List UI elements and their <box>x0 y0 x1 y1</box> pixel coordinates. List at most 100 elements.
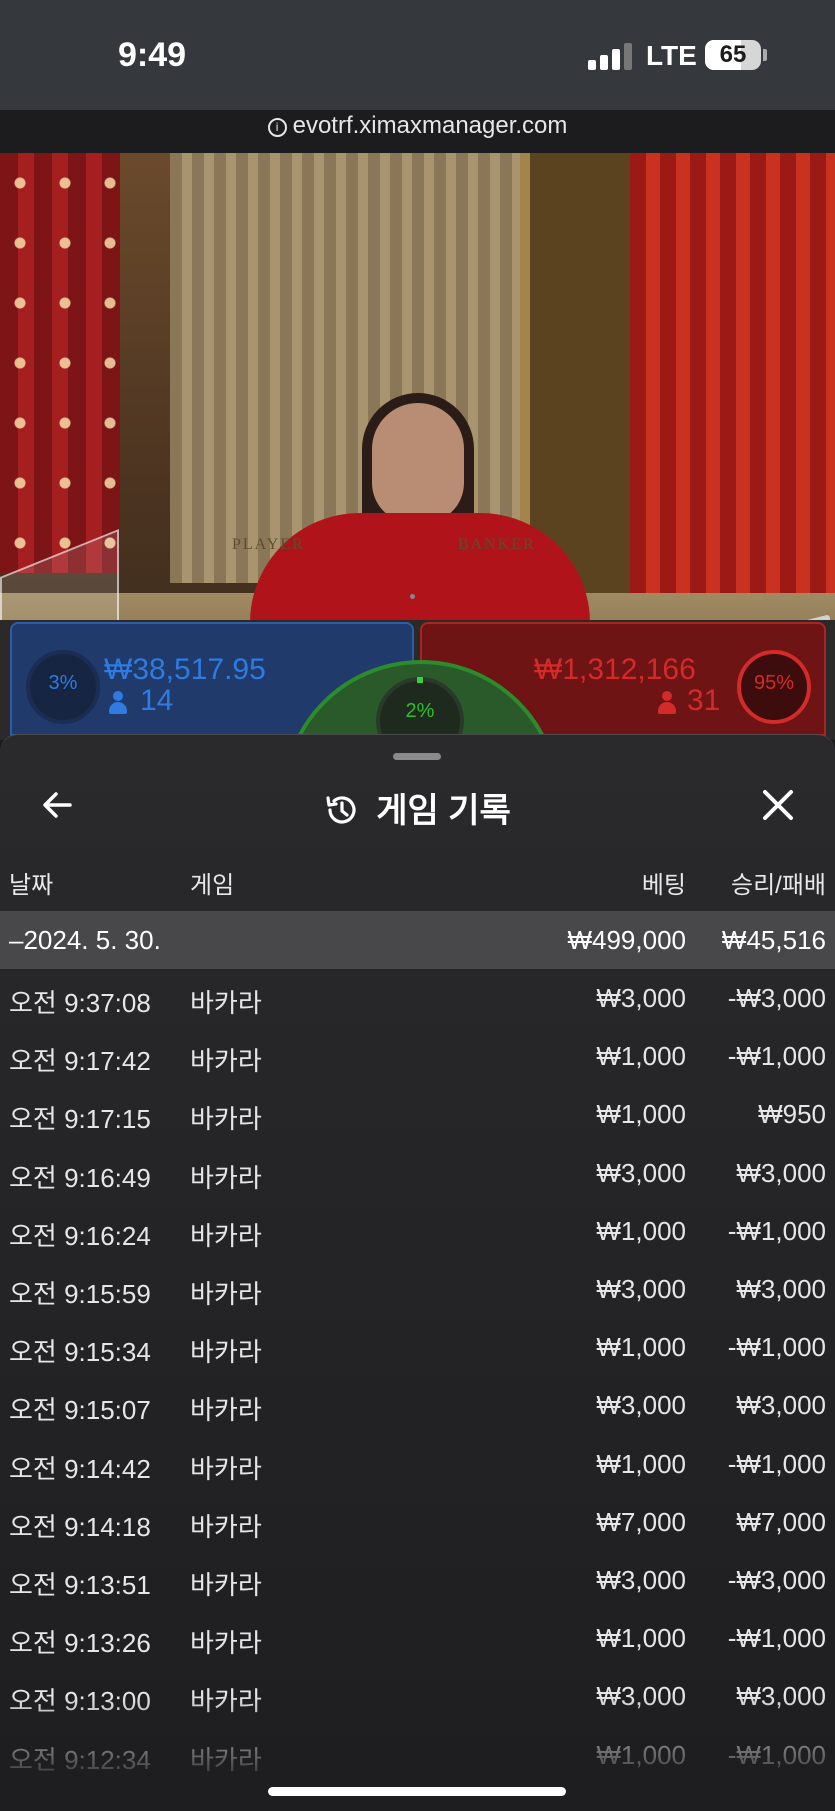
banker-bet-amount: ₩1,312,166 <box>534 653 696 686</box>
row-bet: ₩3,000 <box>596 983 686 1013</box>
date-group-result-total: ₩45,516 <box>721 925 826 955</box>
history-row[interactable]: 오전 9:15:34 바카라 ₩1,000 -₩1,000 <box>0 1318 835 1376</box>
row-bet: ₩1,000 <box>596 1448 686 1479</box>
row-result: -₩1,000 <box>727 1448 826 1479</box>
banker-percent: 95% <box>753 672 795 694</box>
game-history-sheet: 게임 기록 날짜 게임 베팅 승리/패배 –2024. 5. 30. ₩499,… <box>0 734 835 1811</box>
row-game: 바카라 <box>190 1104 262 1135</box>
row-result: ₩3,000 <box>736 1274 826 1304</box>
column-header-date[interactable]: 날짜 <box>9 865 53 900</box>
row-time: 오전 9:14:42 <box>9 1453 151 1484</box>
row-time: 오전 9:17:15 <box>9 1104 151 1135</box>
row-time: 오전 9:13:26 <box>9 1628 151 1659</box>
player-count-icon <box>109 691 127 715</box>
date-group-date: –2024. 5. 30. <box>9 925 161 955</box>
row-time: 오전 9:16:49 <box>9 1162 151 1193</box>
home-indicator[interactable] <box>268 1787 566 1796</box>
row-bet: ₩1,000 <box>596 1623 686 1654</box>
row-game: 바카라 <box>190 1628 262 1659</box>
address-bar[interactable]: i evotrf.ximaxmanager.com <box>0 112 835 140</box>
row-time: 오전 9:16:24 <box>9 1220 151 1251</box>
row-result: ₩3,000 <box>736 1390 826 1421</box>
history-row[interactable]: 오전 9:15:07 바카라 ₩3,000 ₩3,000 <box>0 1376 835 1434</box>
row-game: 바카라 <box>190 1279 262 1309</box>
history-row[interactable]: 오전 9:15:59 바카라 ₩3,000 ₩3,000 <box>0 1260 835 1318</box>
player-bet-count: 14 <box>140 684 174 717</box>
row-result: -₩1,000 <box>727 1041 826 1072</box>
row-time: 오전 9:13:51 <box>9 1570 151 1600</box>
tie-percent: 2% <box>405 700 435 722</box>
row-game: 바카라 <box>190 1570 262 1600</box>
column-header-game[interactable]: 게임 <box>190 865 234 900</box>
row-result: -₩1,000 <box>727 1332 826 1363</box>
status-time: 9:49 <box>118 36 187 74</box>
history-row[interactable]: 오전 9:37:08 바카라 ₩3,000 -₩3,000 <box>0 969 835 1027</box>
history-row[interactable]: 오전 9:16:49 바카라 ₩3,000 ₩3,000 <box>0 1144 835 1202</box>
dealer-head <box>372 403 464 523</box>
player-percent: 3% <box>48 672 78 694</box>
scene-lights <box>0 153 120 573</box>
history-row[interactable]: 오전 9:17:42 바카라 ₩1,000 -₩1,000 <box>0 1027 835 1085</box>
sheet-title: 게임 기록 <box>0 783 835 832</box>
row-game: 바카라 <box>190 1337 262 1368</box>
row-result: ₩3,000 <box>736 1157 826 1188</box>
date-group-row[interactable]: –2024. 5. 30. ₩499,000 ₩45,516 <box>0 911 835 969</box>
battery-percent: 65 <box>719 41 747 68</box>
history-row[interactable]: 오전 9:16:24 바카라 ₩1,000 -₩1,000 <box>0 1202 835 1260</box>
scene-indicator-dot <box>410 594 415 599</box>
player-bet-amount: ₩38,517.95 <box>104 653 266 686</box>
row-result: -₩1,000 <box>727 1215 826 1246</box>
column-header-bet[interactable]: 베팅 <box>642 865 686 900</box>
date-group-bet-total: ₩499,000 <box>567 925 686 955</box>
close-icon <box>763 790 793 820</box>
row-game: 바카라 <box>190 1511 262 1542</box>
row-time: 오전 9:15:07 <box>9 1395 151 1426</box>
row-bet: ₩1,000 <box>596 1041 686 1072</box>
row-time: 오전 9:15:34 <box>9 1337 151 1368</box>
row-result: ₩950 <box>758 1099 826 1130</box>
row-bet: ₩1,000 <box>596 1215 686 1246</box>
row-bet: ₩1,000 <box>596 1332 686 1363</box>
row-time: 오전 9:15:59 <box>9 1279 151 1309</box>
close-button[interactable] <box>756 783 800 827</box>
history-icon <box>326 796 356 824</box>
row-time: 오전 9:14:18 <box>9 1511 151 1542</box>
row-game: 바카라 <box>190 1220 262 1251</box>
cellular-signal-icon <box>588 42 632 70</box>
table-banker-label: BANKER <box>458 536 536 553</box>
scene-arch <box>520 153 640 593</box>
history-row[interactable]: 오전 9:17:15 바카라 ₩1,000 ₩950 <box>0 1085 835 1143</box>
sheet-title-text: 게임 기록 <box>376 792 511 830</box>
row-game: 바카라 <box>190 988 262 1018</box>
status-bar: 9:49 LTE 65 i evotrf.ximaxmanager.com <box>0 0 835 139</box>
row-time: 오전 9:17:42 <box>9 1046 151 1077</box>
row-time: 오전 9:37:08 <box>9 988 151 1018</box>
row-game: 바카라 <box>190 1162 262 1193</box>
row-game: 바카라 <box>190 1046 262 1077</box>
row-result: -₩3,000 <box>727 983 826 1013</box>
banker-count-icon <box>658 691 676 715</box>
history-row[interactable]: 오전 9:13:26 바카라 ₩1,000 -₩1,000 <box>0 1609 835 1667</box>
row-result: ₩7,000 <box>736 1506 826 1537</box>
column-header-result[interactable]: 승리/패배 <box>731 865 826 900</box>
history-row[interactable]: 오전 9:14:42 바카라 ₩1,000 -₩1,000 <box>0 1435 835 1493</box>
battery-tip <box>763 49 767 61</box>
row-bet: ₩3,000 <box>596 1390 686 1421</box>
url-text: evotrf.ximaxmanager.com <box>292 112 568 139</box>
battery-icon: 65 <box>705 40 761 70</box>
banker-bet-count: 31 <box>687 684 721 717</box>
row-result: -₩1,000 <box>727 1623 826 1654</box>
sheet-drag-handle[interactable] <box>393 753 441 760</box>
row-game: 바카라 <box>190 1395 262 1426</box>
row-result: -₩3,000 <box>727 1565 826 1595</box>
info-icon: i <box>267 118 287 137</box>
history-row[interactable]: 오전 9:14:18 바카라 ₩7,000 ₩7,000 <box>0 1493 835 1551</box>
network-type: LTE <box>646 40 697 71</box>
row-bet: ₩1,000 <box>596 1099 686 1130</box>
scene-curtain-right <box>630 153 835 593</box>
row-bet: ₩3,000 <box>596 1274 686 1304</box>
row-game: 바카라 <box>190 1453 262 1484</box>
row-bet: ₩3,000 <box>596 1157 686 1188</box>
row-bet: ₩3,000 <box>596 1565 686 1595</box>
history-row[interactable]: 오전 9:13:51 바카라 ₩3,000 -₩3,000 <box>0 1551 835 1609</box>
